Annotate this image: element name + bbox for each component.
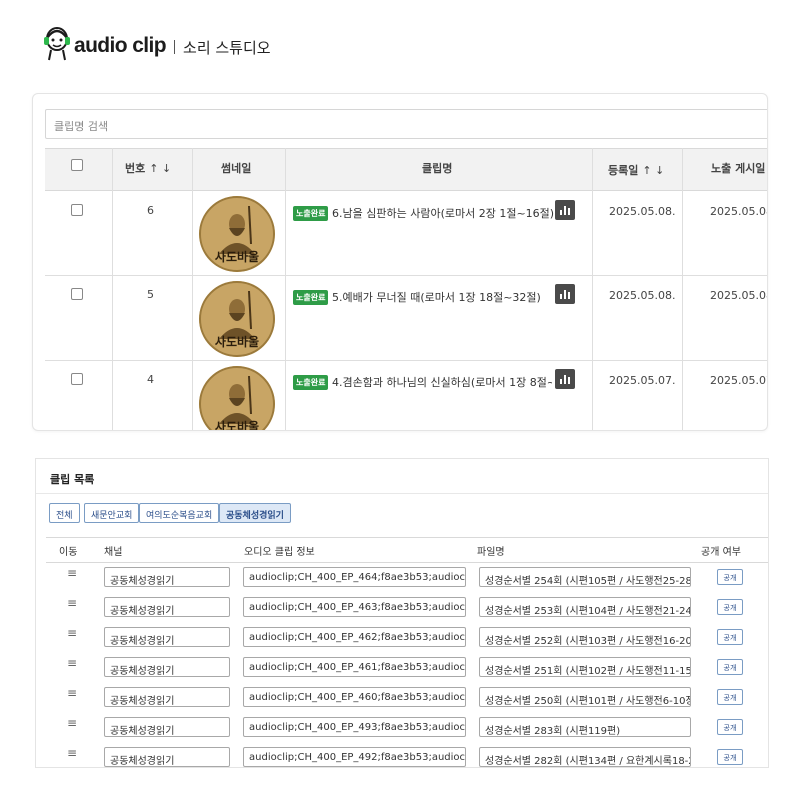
published-date: 2025.05.07. [710,374,767,387]
published-date: 2025.05.08. [710,205,767,218]
column-divider [682,148,683,430]
drag-handle-icon[interactable]: ≡ [67,687,79,699]
drag-handle-icon[interactable]: ≡ [67,657,79,669]
row-divider [45,275,767,276]
thumbnail-image[interactable]: 사도바울 [199,366,275,431]
column-divider [112,148,113,430]
drag-handle-icon[interactable]: ≡ [67,627,79,639]
thumbnail-image[interactable]: 사도바울 [199,281,275,357]
status-badge: 노출완료 [293,206,329,221]
studio-label: 소리 스튜디오 [183,38,271,57]
drag-handle-icon[interactable]: ≡ [67,747,79,759]
audio-info-field[interactable]: audioclip;CH_400_EP_462;f8ae3b53;audiocl… [243,627,466,647]
stats-chart-icon[interactable] [555,284,575,304]
public-toggle-button[interactable]: 공개 [717,689,743,705]
filename-field[interactable]: 성경순서별 283회 (시편119편) [479,717,691,737]
public-toggle-button[interactable]: 공개 [717,719,743,735]
mascot-logo-icon [44,27,70,61]
column-header-published: 노출 게시일 [711,162,766,175]
public-toggle-button[interactable]: 공개 [717,599,743,615]
tab-saemunan[interactable]: 새문안교회 [84,503,140,523]
row-checkbox[interactable] [71,204,83,216]
column-header-registered[interactable]: 등록일 ↑ ↓ [608,162,664,178]
column-header-move: 이동 [59,547,78,558]
public-toggle-button[interactable]: 공개 [717,629,743,645]
row-checkbox[interactable] [71,288,83,300]
audio-info-field[interactable]: audioclip;CH_400_EP_463;f8ae3b53;audiocl… [243,597,466,617]
column-divider [592,148,593,430]
clip-name-link[interactable]: 4.겸손함과 하나님의 신실하심(로마서 1장 8절~17 [332,374,552,390]
clip-table: 번호 ↑ ↓ 썸네일 클립명 등록일 ↑ ↓ 노출 게시일 6 사도바울 노출완료 … [45,148,767,431]
status-badge: 노출완료 [293,290,329,305]
filename-field[interactable]: 성경순서별 282회 (시편134편 / 요한계시록18-22장 [479,747,691,767]
header-divider [174,40,176,54]
clip-list-panel: 클립 목록 전체 새문안교회 여의도순복음교회 공동체성경읽기 이동 채널 오디… [35,458,769,768]
column-divider [192,148,193,430]
channel-field[interactable]: 공동체성경읽기 [104,567,230,587]
channel-field[interactable]: 공동체성경읽기 [104,597,230,617]
drag-handle-icon[interactable]: ≡ [67,567,79,579]
status-badge: 노출완료 [293,375,329,390]
channel-field[interactable]: 공동체성경읽기 [104,627,230,647]
column-header-public: 공개 여부 [701,547,741,558]
clip-name-link[interactable]: 6.남을 심판하는 사람아(로마서 2장 1절~16절) [332,205,554,221]
filename-field[interactable]: 성경순서별 251회 (시편102편 / 사도행전11-15장 / [479,657,691,677]
list-header [46,537,768,563]
drag-handle-icon[interactable]: ≡ [67,597,79,609]
thumbnail-caption: 사도바울 [214,250,260,264]
column-header-thumbnail: 썸네일 [221,162,252,175]
tab-community-bible[interactable]: 공동체성경읽기 [219,503,291,523]
drag-handle-icon[interactable]: ≡ [67,717,79,729]
channel-field[interactable]: 공동체성경읽기 [104,657,230,677]
filename-field[interactable]: 성경순서별 254회 (시편105편 / 사도행전25-28장 / [479,567,691,587]
row-number: 4 [147,373,154,386]
brand-header: audio clip 소리 스튜디오 [42,24,271,64]
column-header-number[interactable]: 번호 ↑ ↓ [125,160,171,176]
thumbnail-image[interactable]: 사도바울 [199,196,275,272]
filename-field[interactable]: 성경순서별 253회 (시편104편 / 사도행전21-24장 / [479,597,691,617]
clip-name-link[interactable]: 5.예배가 무너질 때(로마서 1장 18절~32절) [332,289,541,305]
stats-chart-icon[interactable] [555,369,575,389]
column-header-clip-name: 클립명 [422,162,453,175]
registered-date: 2025.05.08. [609,289,676,302]
public-toggle-button[interactable]: 공개 [717,749,743,765]
tab-all[interactable]: 전체 [49,503,80,523]
audio-info-field[interactable]: audioclip;CH_400_EP_493;f8ae3b53;audiocl… [243,717,466,737]
row-number: 6 [147,204,154,217]
tab-yoido[interactable]: 여의도순복음교회 [139,503,220,523]
select-all-checkbox[interactable] [71,159,83,171]
column-divider [285,148,286,430]
clip-list-title: 클립 목록 [50,473,95,486]
row-checkbox[interactable] [71,373,83,385]
audio-info-field[interactable]: audioclip;CH_400_EP_492;f8ae3b53;audiocl… [243,747,466,767]
thumbnail-caption: 사도바울 [214,420,260,431]
registered-date: 2025.05.08. [609,205,676,218]
published-date: 2025.05.08. [710,289,767,302]
title-divider [36,493,768,494]
filename-field[interactable]: 성경순서별 252회 (시편103편 / 사도행전16-20장 / [479,627,691,647]
public-toggle-button[interactable]: 공개 [717,569,743,585]
stats-chart-icon[interactable] [555,200,575,220]
audio-info-field[interactable]: audioclip;CH_400_EP_460;f8ae3b53;audiocl… [243,687,466,707]
thumbnail-caption: 사도바울 [214,335,260,349]
logo-text: audio clip [74,34,167,57]
column-header-channel: 채널 [104,547,123,558]
registered-date: 2025.05.07. [609,374,676,387]
audio-info-field[interactable]: audioclip;CH_400_EP_464;f8ae3b53;audiocl… [243,567,466,587]
channel-field[interactable]: 공동체성경읽기 [104,717,230,737]
column-header-audio-info: 오디오 클립 정보 [244,547,315,558]
audio-info-field[interactable]: audioclip;CH_400_EP_461;f8ae3b53;audiocl… [243,657,466,677]
filename-field[interactable]: 성경순서별 250회 (시편101편 / 사도행전6-10장 / , [479,687,691,707]
row-number: 5 [147,288,154,301]
clip-search-input[interactable]: 클립명 검색 [45,109,767,139]
public-toggle-button[interactable]: 공개 [717,659,743,675]
channel-field[interactable]: 공동체성경읽기 [104,747,230,767]
channel-field[interactable]: 공동체성경읽기 [104,687,230,707]
column-header-filename: 파일명 [477,547,505,558]
clip-table-panel: 클립명 검색 번호 ↑ ↓ 썸네일 클립명 등록일 ↑ ↓ 노출 게시일 6 사… [32,93,768,431]
row-divider [45,360,767,361]
